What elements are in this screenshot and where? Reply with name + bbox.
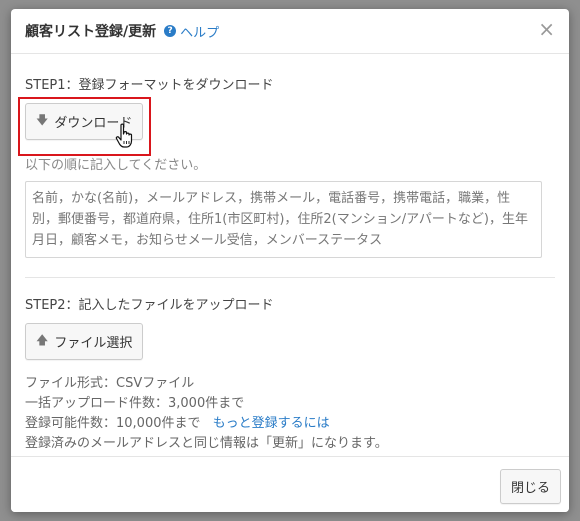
capacity-text: 登録可能件数：10,000件まで [25,416,201,431]
select-file-button-label: ファイル選択 [54,336,133,351]
step2-title: STEP2：記入したファイルをアップロード [25,298,274,313]
file-format-line: ファイル形式：CSVファイル [25,376,195,391]
help-label: ヘルプ [180,25,220,41]
help-link[interactable]: ? ヘルプ [164,22,219,41]
step-divider [25,277,555,278]
close-button[interactable]: 閉じる [499,469,561,504]
step1-title: STEP1：登録フォーマットをダウンロード [25,78,274,93]
capacity-line: 登録可能件数：10,000件まで もっと登録するには [25,414,555,434]
close-icon[interactable]: × [538,19,555,39]
hand-pointer-icon [115,123,133,148]
bulk-limit-line: 一括アップロード件数：3,000件まで [25,396,245,411]
dialog-header: 顧客リスト登録/更新 ? ヘルプ × [11,9,569,54]
dialog-footer: 閉じる [11,456,569,512]
field-order-list: 名前，かな(名前)，メールアドレス，携帯メール，電話番号，携帯電話，職業，性別，… [25,181,542,258]
dialog-title: 顧客リスト登録/更新 [25,24,157,40]
register-more-link[interactable]: もっと登録するには [213,416,330,431]
input-order-hint: 以下の順に記入してください。 [25,158,207,173]
customer-list-dialog: 顧客リスト登録/更新 ? ヘルプ × STEP1：登録フォーマットをダウンロード… [11,9,569,512]
arrow-up-icon: 🡅 [36,333,49,347]
question-circle-icon: ? [164,25,177,37]
update-note-line: 登録済みのメールアドレスと同じ情報は「更新」になります。 [25,436,388,451]
select-file-button[interactable]: 🡅 ファイル選択 [25,323,144,360]
upload-info: ファイル形式：CSVファイル 一括アップロード件数：3,000件まで 登録可能件… [25,374,555,454]
